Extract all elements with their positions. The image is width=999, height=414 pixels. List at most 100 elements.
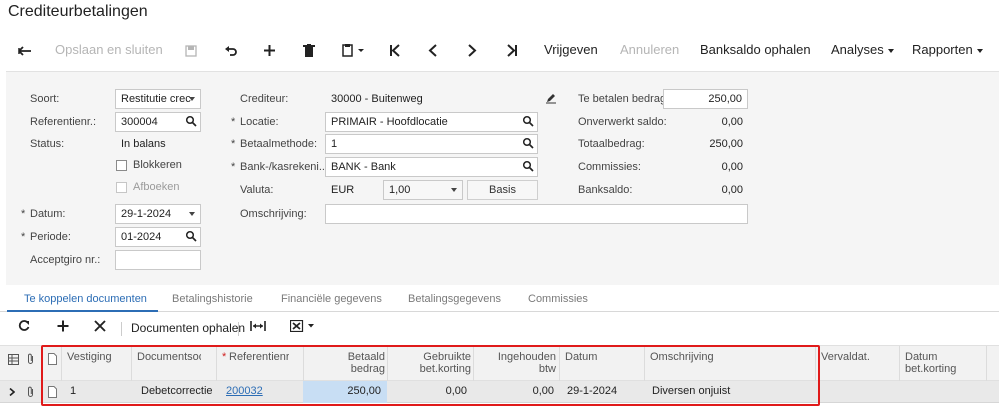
summary-form: Soort: Restitutie crec Referentienr.: 30… bbox=[6, 71, 999, 285]
column-divider bbox=[986, 346, 987, 382]
add-icon[interactable] bbox=[263, 33, 276, 67]
method-field[interactable]: 1 bbox=[325, 134, 538, 154]
method-value: 1 bbox=[331, 138, 338, 150]
reports-menu[interactable]: Rapporten bbox=[912, 33, 984, 67]
first-record-icon[interactable] bbox=[389, 33, 401, 67]
description-label: Omschrijving: bbox=[240, 208, 307, 220]
delete-row-icon[interactable] bbox=[94, 313, 106, 343]
bank-balance-button[interactable]: Banksaldo ophalen bbox=[700, 33, 811, 67]
attachment-icon[interactable] bbox=[26, 386, 35, 398]
giro-label: Acceptgiro nr.: bbox=[30, 254, 101, 266]
rate-field[interactable]: 1,00 bbox=[383, 180, 463, 200]
chevron-down-icon bbox=[189, 97, 195, 101]
account-field[interactable]: BANK - Bank bbox=[325, 157, 538, 177]
search-icon[interactable] bbox=[522, 137, 534, 149]
location-value: PRIMAIR - Hoofdlocatie bbox=[331, 116, 448, 128]
rate-value: 1,00 bbox=[389, 184, 411, 196]
chevron-down-icon bbox=[888, 48, 895, 53]
edit-pencil-icon[interactable] bbox=[545, 92, 557, 104]
ref-label: Referentienr.: bbox=[30, 116, 97, 128]
release-button[interactable]: Vrijgeven bbox=[544, 33, 598, 67]
toolbar-divider bbox=[121, 322, 122, 336]
period-field[interactable]: 01-2024 bbox=[115, 227, 201, 247]
col-header-due-date[interactable]: Vervaldat. bbox=[821, 351, 870, 363]
description-field[interactable] bbox=[325, 204, 748, 224]
tab-commissions[interactable]: Commissies bbox=[528, 293, 588, 305]
copy-paste-icon[interactable] bbox=[342, 33, 366, 67]
type-label: Soort: bbox=[30, 93, 60, 105]
tab-bar: Te koppelen documenten Betalingshistorie… bbox=[0, 288, 999, 312]
next-record-icon[interactable] bbox=[467, 33, 477, 67]
tab-payment-details[interactable]: Betalingsgegevens bbox=[408, 293, 501, 305]
save-close-button[interactable]: Opslaan en sluiten bbox=[55, 33, 163, 67]
active-tab-indicator bbox=[7, 310, 158, 312]
grid-toolbar: Documenten ophalen bbox=[0, 313, 999, 343]
reports-menu-label: Rapporten bbox=[912, 42, 973, 57]
vendor-label: Crediteur: bbox=[240, 93, 289, 105]
undo-icon[interactable] bbox=[224, 33, 238, 67]
tab-payment-history[interactable]: Betalingshistorie bbox=[172, 293, 253, 305]
col-header-discount-date-line2: bet.korting bbox=[905, 363, 957, 375]
pay-amount-field[interactable]: 250,00 bbox=[663, 89, 748, 109]
unapplied-label: Onverwerkt saldo: bbox=[578, 116, 667, 128]
print-checkbox bbox=[116, 182, 127, 193]
date-field[interactable]: 29-1-2024 bbox=[115, 204, 201, 224]
period-value: 01-2024 bbox=[121, 231, 162, 243]
type-select-value: Restitutie crec bbox=[121, 93, 191, 105]
previous-record-icon[interactable] bbox=[428, 33, 438, 67]
search-icon[interactable] bbox=[185, 115, 197, 127]
chevron-down-icon bbox=[189, 212, 195, 216]
main-toolbar: Opslaan en sluiten Vrijgeven Annuleren B… bbox=[0, 33, 999, 67]
hold-label: Blokkeren bbox=[133, 159, 182, 171]
tab-financial-details[interactable]: Financiële gegevens bbox=[281, 293, 382, 305]
search-icon[interactable] bbox=[185, 230, 197, 242]
ref-field[interactable]: 300004 bbox=[115, 112, 201, 132]
type-select[interactable]: Restitutie crec bbox=[115, 89, 201, 109]
date-label: Datum: bbox=[21, 208, 66, 220]
fees-label: Commissies: bbox=[578, 161, 641, 173]
add-row-icon[interactable] bbox=[57, 313, 69, 343]
col-header-discount-date[interactable]: Datum bet.korting bbox=[905, 351, 956, 375]
method-label: Betaalmethode: bbox=[231, 138, 317, 150]
settings-grid-icon[interactable] bbox=[8, 354, 19, 365]
cancel-button[interactable]: Annuleren bbox=[620, 33, 679, 67]
fit-columns-icon[interactable] bbox=[250, 313, 266, 343]
chevron-down-icon bbox=[451, 188, 457, 192]
column-divider bbox=[899, 346, 900, 382]
back-arrow-icon[interactable] bbox=[18, 33, 32, 67]
load-documents-button[interactable]: Documenten ophalen bbox=[131, 313, 245, 343]
location-field[interactable]: PRIMAIR - Hoofdlocatie bbox=[325, 112, 538, 132]
ref-value: 300004 bbox=[121, 116, 158, 128]
location-label: Locatie: bbox=[231, 116, 278, 128]
account-label: Bank-/kasrekeni... bbox=[231, 161, 328, 173]
analyses-menu-label: Analyses bbox=[831, 42, 884, 57]
save-icon[interactable] bbox=[185, 33, 197, 67]
highlight-annotation-box bbox=[41, 345, 820, 406]
vendor-value: 30000 - Buitenweg bbox=[331, 93, 423, 105]
col-header-discount-date-line1: Datum bbox=[905, 351, 938, 363]
refresh-icon[interactable] bbox=[18, 313, 30, 343]
fees-value: 0,00 bbox=[721, 161, 743, 173]
search-icon[interactable] bbox=[522, 160, 534, 172]
analyses-menu[interactable]: Analyses bbox=[831, 33, 895, 67]
tab-documents-to-apply[interactable]: Te koppelen documenten bbox=[24, 293, 147, 305]
status-value: In balans bbox=[121, 138, 166, 150]
delete-icon[interactable] bbox=[303, 33, 315, 67]
unapplied-value: 0,00 bbox=[721, 116, 743, 128]
last-record-icon[interactable] bbox=[506, 33, 518, 67]
total-label: Totaalbedrag: bbox=[578, 138, 645, 150]
bank-balance-value: 0,00 bbox=[721, 184, 743, 196]
hold-checkbox[interactable] bbox=[116, 160, 127, 171]
export-excel-icon[interactable] bbox=[289, 313, 316, 343]
row-selector-chevron-icon[interactable] bbox=[9, 388, 15, 396]
basis-button[interactable]: Basis bbox=[467, 180, 538, 200]
status-label: Status: bbox=[30, 138, 65, 150]
date-value: 29-1-2024 bbox=[121, 208, 172, 220]
pay-amount-label: Te betalen bedrag: bbox=[578, 93, 670, 105]
chevron-down-icon bbox=[977, 48, 984, 53]
account-value: BANK - Bank bbox=[331, 161, 396, 173]
search-icon[interactable] bbox=[522, 115, 534, 127]
toolbar-divider bbox=[238, 322, 239, 336]
giro-field[interactable] bbox=[115, 250, 201, 270]
print-label: Afboeken bbox=[133, 181, 180, 193]
